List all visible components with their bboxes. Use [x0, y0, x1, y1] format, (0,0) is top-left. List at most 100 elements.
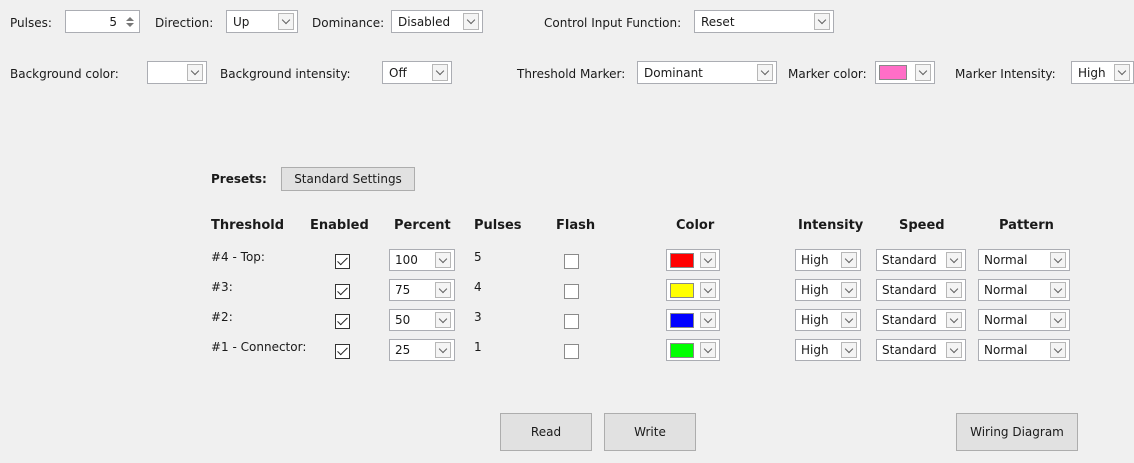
intensity-select[interactable]: High: [795, 339, 861, 361]
pattern-select[interactable]: Normal: [978, 339, 1070, 361]
chevron-down-icon[interactable]: [1114, 64, 1130, 81]
threshold-marker-value: Dominant: [644, 65, 703, 80]
marker-intensity-label: Marker Intensity:: [955, 67, 1056, 81]
pattern-value: Normal: [984, 313, 1028, 327]
intensity-value: High: [801, 343, 829, 357]
percent-value: 75: [395, 283, 411, 297]
dominance-select[interactable]: Disabled: [391, 10, 483, 33]
chevron-down-icon[interactable]: [841, 342, 857, 358]
chevron-down-icon[interactable]: [700, 342, 716, 358]
enabled-checkbox[interactable]: [335, 314, 350, 329]
header-threshold: Threshold: [211, 218, 285, 233]
pulses-spinner[interactable]: 5: [65, 10, 140, 33]
color-select[interactable]: [666, 309, 720, 331]
chevron-down-icon[interactable]: [915, 64, 931, 81]
intensity-value: High: [801, 313, 829, 327]
intensity-select[interactable]: High: [795, 249, 861, 271]
enabled-checkbox[interactable]: [335, 254, 350, 269]
pattern-select[interactable]: Normal: [978, 309, 1070, 331]
chevron-down-icon[interactable]: [1050, 252, 1066, 268]
background-intensity-select[interactable]: Off: [382, 61, 452, 84]
chevron-down-icon[interactable]: [700, 312, 716, 328]
chevron-down-icon[interactable]: [946, 342, 962, 358]
speed-select[interactable]: Standard: [876, 339, 966, 361]
write-button[interactable]: Write: [604, 413, 696, 451]
pulses-value: 5: [109, 15, 117, 29]
chevron-down-icon[interactable]: [814, 13, 830, 30]
presets-label: Presets:: [211, 172, 267, 186]
chevron-down-icon[interactable]: [435, 342, 451, 358]
chevron-down-icon[interactable]: [841, 282, 857, 298]
flash-checkbox[interactable]: [564, 314, 579, 329]
pattern-value: Normal: [984, 343, 1028, 357]
chevron-down-icon[interactable]: [463, 13, 479, 30]
enabled-checkbox[interactable]: [335, 284, 350, 299]
standard-settings-button[interactable]: Standard Settings: [281, 167, 415, 191]
header-enabled: Enabled: [310, 218, 369, 233]
pattern-value: Normal: [984, 283, 1028, 297]
speed-select[interactable]: Standard: [876, 309, 966, 331]
percent-select[interactable]: 75: [389, 279, 455, 301]
flash-checkbox[interactable]: [564, 344, 579, 359]
speed-select[interactable]: Standard: [876, 279, 966, 301]
chevron-down-icon[interactable]: [435, 282, 451, 298]
spinner-arrows-icon[interactable]: [122, 13, 137, 30]
header-pattern: Pattern: [999, 218, 1054, 233]
color-swatch: [670, 252, 694, 268]
chevron-down-icon[interactable]: [841, 312, 857, 328]
intensity-select[interactable]: High: [795, 279, 861, 301]
pulses-value: 3: [474, 310, 482, 324]
pattern-select[interactable]: Normal: [978, 249, 1070, 271]
threshold-name: #1 - Connector:: [211, 340, 307, 354]
flash-checkbox[interactable]: [564, 284, 579, 299]
control-input-select[interactable]: Reset: [694, 10, 834, 33]
marker-intensity-value: High: [1078, 65, 1106, 80]
chevron-down-icon[interactable]: [841, 252, 857, 268]
pattern-select[interactable]: Normal: [978, 279, 1070, 301]
color-select[interactable]: [666, 339, 720, 361]
threshold-name: #3:: [211, 280, 233, 294]
color-select[interactable]: [666, 279, 720, 301]
marker-color-label: Marker color:: [788, 67, 867, 81]
read-button[interactable]: Read: [500, 413, 592, 451]
header-flash: Flash: [556, 218, 596, 233]
enabled-checkbox[interactable]: [335, 344, 350, 359]
chevron-down-icon[interactable]: [435, 312, 451, 328]
flash-checkbox[interactable]: [564, 254, 579, 269]
chevron-down-icon[interactable]: [946, 252, 962, 268]
chevron-down-icon[interactable]: [946, 282, 962, 298]
marker-intensity-select[interactable]: High: [1071, 61, 1134, 84]
percent-value: 100: [395, 253, 418, 267]
dominance-value: Disabled: [398, 14, 451, 29]
marker-color-select[interactable]: [875, 61, 935, 84]
chevron-down-icon[interactable]: [700, 252, 716, 268]
chevron-down-icon[interactable]: [757, 64, 773, 81]
header-intensity: Intensity: [798, 218, 864, 233]
percent-select[interactable]: 100: [389, 249, 455, 271]
chevron-down-icon[interactable]: [187, 64, 203, 81]
color-swatch: [670, 312, 694, 328]
chevron-down-icon[interactable]: [1050, 282, 1066, 298]
direction-select[interactable]: Up: [226, 10, 298, 33]
chevron-down-icon[interactable]: [278, 13, 294, 30]
threshold-marker-select[interactable]: Dominant: [637, 61, 777, 84]
speed-select[interactable]: Standard: [876, 249, 966, 271]
color-select[interactable]: [666, 249, 720, 271]
chevron-down-icon[interactable]: [1050, 312, 1066, 328]
speed-value: Standard: [882, 283, 937, 297]
percent-select[interactable]: 25: [389, 339, 455, 361]
chevron-down-icon[interactable]: [946, 312, 962, 328]
color-swatch: [670, 342, 694, 358]
wiring-diagram-button[interactable]: Wiring Diagram: [956, 413, 1078, 451]
background-color-select[interactable]: [147, 61, 207, 84]
intensity-select[interactable]: High: [795, 309, 861, 331]
percent-value: 25: [395, 343, 411, 357]
intensity-value: High: [801, 253, 829, 267]
chevron-down-icon[interactable]: [435, 252, 451, 268]
chevron-down-icon[interactable]: [432, 64, 448, 81]
chevron-down-icon[interactable]: [1050, 342, 1066, 358]
percent-select[interactable]: 50: [389, 309, 455, 331]
chevron-down-icon[interactable]: [700, 282, 716, 298]
dominance-label: Dominance:: [312, 16, 385, 30]
direction-value: Up: [233, 14, 250, 29]
